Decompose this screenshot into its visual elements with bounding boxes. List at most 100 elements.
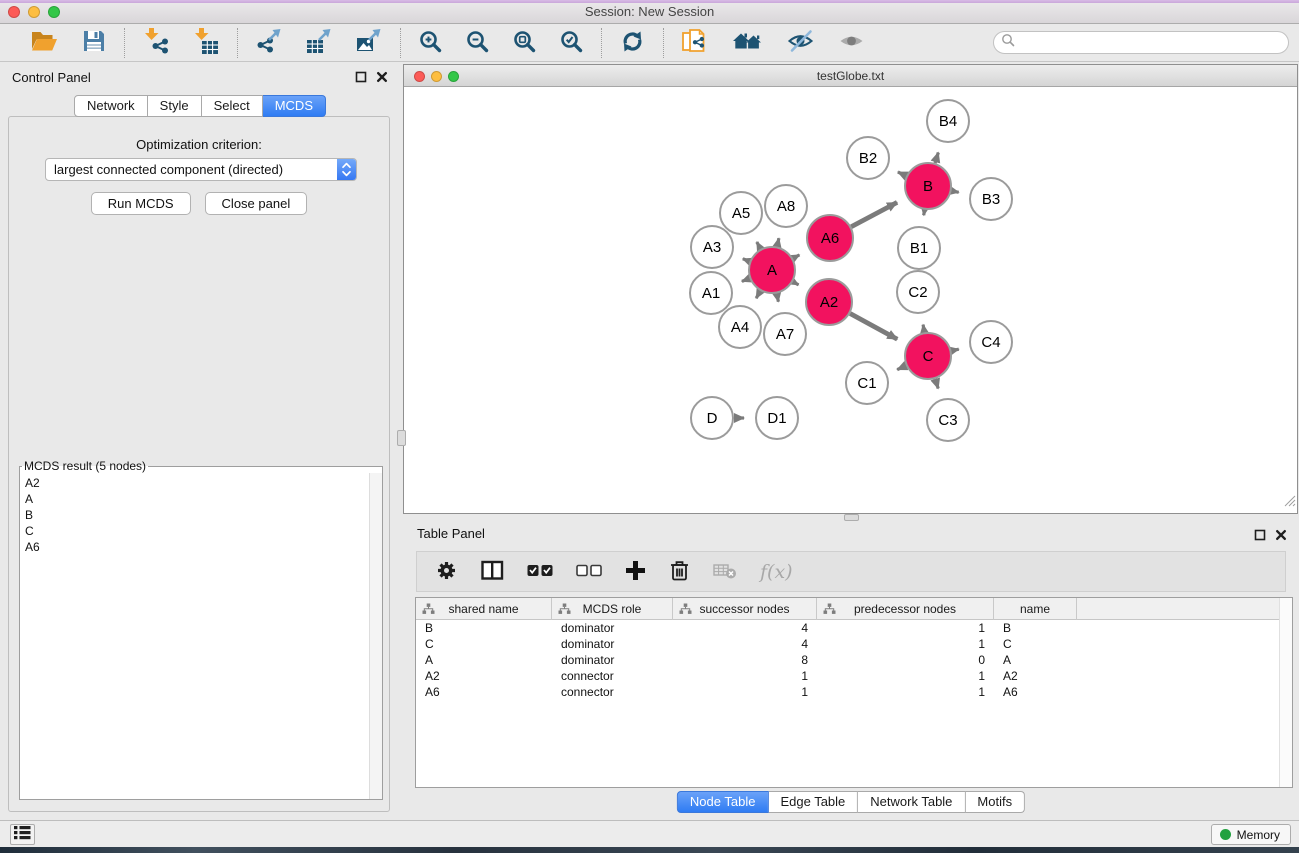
graph-node-C[interactable]: C <box>905 333 951 379</box>
close-panel-icon[interactable] <box>376 70 388 88</box>
edge-A-A2[interactable] <box>793 282 799 285</box>
add-button[interactable] <box>625 560 646 584</box>
table-cell[interactable]: dominator <box>552 620 673 636</box>
result-item[interactable]: A2 <box>22 475 367 491</box>
graph-node-A7[interactable]: A7 <box>764 313 806 355</box>
houses-button[interactable] <box>731 28 764 57</box>
edge-A-A3[interactable] <box>743 259 750 262</box>
run-mcds-button[interactable]: Run MCDS <box>91 192 191 215</box>
table-cell[interactable]: dominator <box>552 636 673 652</box>
search-input[interactable] <box>1016 34 1288 52</box>
zoom-fit-button[interactable] <box>512 29 537 57</box>
edge-A6-B[interactable] <box>851 202 897 226</box>
memory-button[interactable]: Memory <box>1211 824 1291 845</box>
edge-C-C3[interactable] <box>935 379 938 389</box>
close-panel-button[interactable]: Close panel <box>205 192 308 215</box>
graph-node-A2[interactable]: A2 <box>806 279 852 325</box>
table-scrollbar[interactable] <box>1279 598 1292 787</box>
table-cell[interactable]: connector <box>552 668 673 684</box>
function-builder-button[interactable]: f(x) <box>760 561 793 583</box>
table-cell[interactable]: 1 <box>817 620 994 636</box>
table-cell[interactable]: B <box>994 620 1077 636</box>
delete-button[interactable] <box>669 559 690 585</box>
column-header-name[interactable]: name <box>994 598 1077 620</box>
graph-node-A[interactable]: A <box>749 247 795 293</box>
network-canvas[interactable]: B4B2BB3A8A5A6A3B1AC2A1A2A4A7C4CC1C3DD1 <box>404 87 1297 513</box>
edge-B-B1[interactable] <box>924 210 925 216</box>
import-table-button[interactable] <box>192 27 220 59</box>
column-header-MCDS-role[interactable]: MCDS role <box>552 598 673 620</box>
zoom-in-button[interactable] <box>418 29 443 57</box>
task-history-button[interactable] <box>10 824 35 845</box>
delete-table-button[interactable] <box>713 561 737 583</box>
edge-C-C4[interactable] <box>951 349 958 351</box>
table-cell[interactable]: 1 <box>817 668 994 684</box>
table-row[interactable]: A2connector11A2 <box>416 668 1292 684</box>
table-cell[interactable]: C <box>994 636 1077 652</box>
table-tab-motifs[interactable]: Motifs <box>965 791 1025 813</box>
table-row[interactable]: A6connector11A6 <box>416 684 1292 700</box>
hide-graphics-button[interactable] <box>786 28 815 57</box>
float-table-panel-icon[interactable] <box>1254 528 1266 546</box>
zoom-out-button[interactable] <box>465 29 490 57</box>
tab-select[interactable]: Select <box>202 95 263 117</box>
graph-node-B2[interactable]: B2 <box>847 137 889 179</box>
graph-node-A3[interactable]: A3 <box>691 226 733 268</box>
tab-network[interactable]: Network <box>74 95 148 117</box>
float-panel-icon[interactable] <box>355 70 367 88</box>
tab-style[interactable]: Style <box>148 95 202 117</box>
table-cell[interactable]: A <box>994 652 1077 668</box>
graph-node-A6[interactable]: A6 <box>807 215 853 261</box>
column-layout-button[interactable] <box>481 560 504 584</box>
network-window-titlebar[interactable]: testGlobe.txt <box>404 65 1297 87</box>
result-item[interactable]: A6 <box>22 539 367 555</box>
table-cell[interactable]: A2 <box>994 668 1077 684</box>
graph-node-C4[interactable]: C4 <box>970 321 1012 363</box>
result-item[interactable]: A <box>22 491 367 507</box>
close-table-panel-icon[interactable] <box>1275 528 1287 546</box>
column-header-shared-name[interactable]: shared name <box>416 598 552 620</box>
edge-A-A8[interactable] <box>777 238 779 246</box>
table-cell[interactable]: 1 <box>817 636 994 652</box>
column-header-predecessor-nodes[interactable]: predecessor nodes <box>817 598 994 620</box>
zoom-selected-button[interactable] <box>559 29 584 57</box>
import-network-button[interactable] <box>142 27 170 59</box>
table-cell[interactable]: 1 <box>673 668 817 684</box>
table-cell[interactable]: A2 <box>416 668 552 684</box>
edge-C-C1[interactable] <box>897 366 906 370</box>
graph-node-B3[interactable]: B3 <box>970 178 1012 220</box>
edge-C-C2[interactable] <box>923 325 924 333</box>
graph-node-B[interactable]: B <box>905 163 951 209</box>
resize-grip-icon[interactable] <box>1283 494 1296 512</box>
graph-node-A8[interactable]: A8 <box>765 185 807 227</box>
gear-button[interactable] <box>435 559 458 585</box>
table-cell[interactable]: A6 <box>994 684 1077 700</box>
table-row[interactable]: Cdominator41C <box>416 636 1292 652</box>
table-divider-handle[interactable] <box>844 514 859 521</box>
graph-node-A5[interactable]: A5 <box>720 192 762 234</box>
table-row[interactable]: Bdominator41B <box>416 620 1292 636</box>
table-row[interactable]: Adominator80A <box>416 652 1292 668</box>
search-box[interactable] <box>993 31 1289 54</box>
edge-A-A6[interactable] <box>793 255 799 259</box>
result-item[interactable]: C <box>22 523 367 539</box>
edge-A-A4[interactable] <box>756 291 760 298</box>
table-cell[interactable]: C <box>416 636 552 652</box>
graph-node-A4[interactable]: A4 <box>719 306 761 348</box>
graph-node-C1[interactable]: C1 <box>846 362 888 404</box>
table-cell[interactable]: 1 <box>817 684 994 700</box>
result-scrollbar[interactable] <box>369 473 382 799</box>
open-session-button[interactable] <box>681 28 709 58</box>
table-cell[interactable]: dominator <box>552 652 673 668</box>
table-cell[interactable]: A6 <box>416 684 552 700</box>
graph-node-D[interactable]: D <box>691 397 733 439</box>
export-network-button[interactable] <box>255 27 283 58</box>
table-cell[interactable]: B <box>416 620 552 636</box>
table-cell[interactable]: connector <box>552 684 673 700</box>
edge-A2-C[interactable] <box>850 314 897 340</box>
table-tab-node-table[interactable]: Node Table <box>677 791 769 813</box>
edge-B-B3[interactable] <box>952 191 959 192</box>
table-cell[interactable]: 4 <box>673 620 817 636</box>
table-tab-network-table[interactable]: Network Table <box>858 791 965 813</box>
table-cell[interactable]: A <box>416 652 552 668</box>
